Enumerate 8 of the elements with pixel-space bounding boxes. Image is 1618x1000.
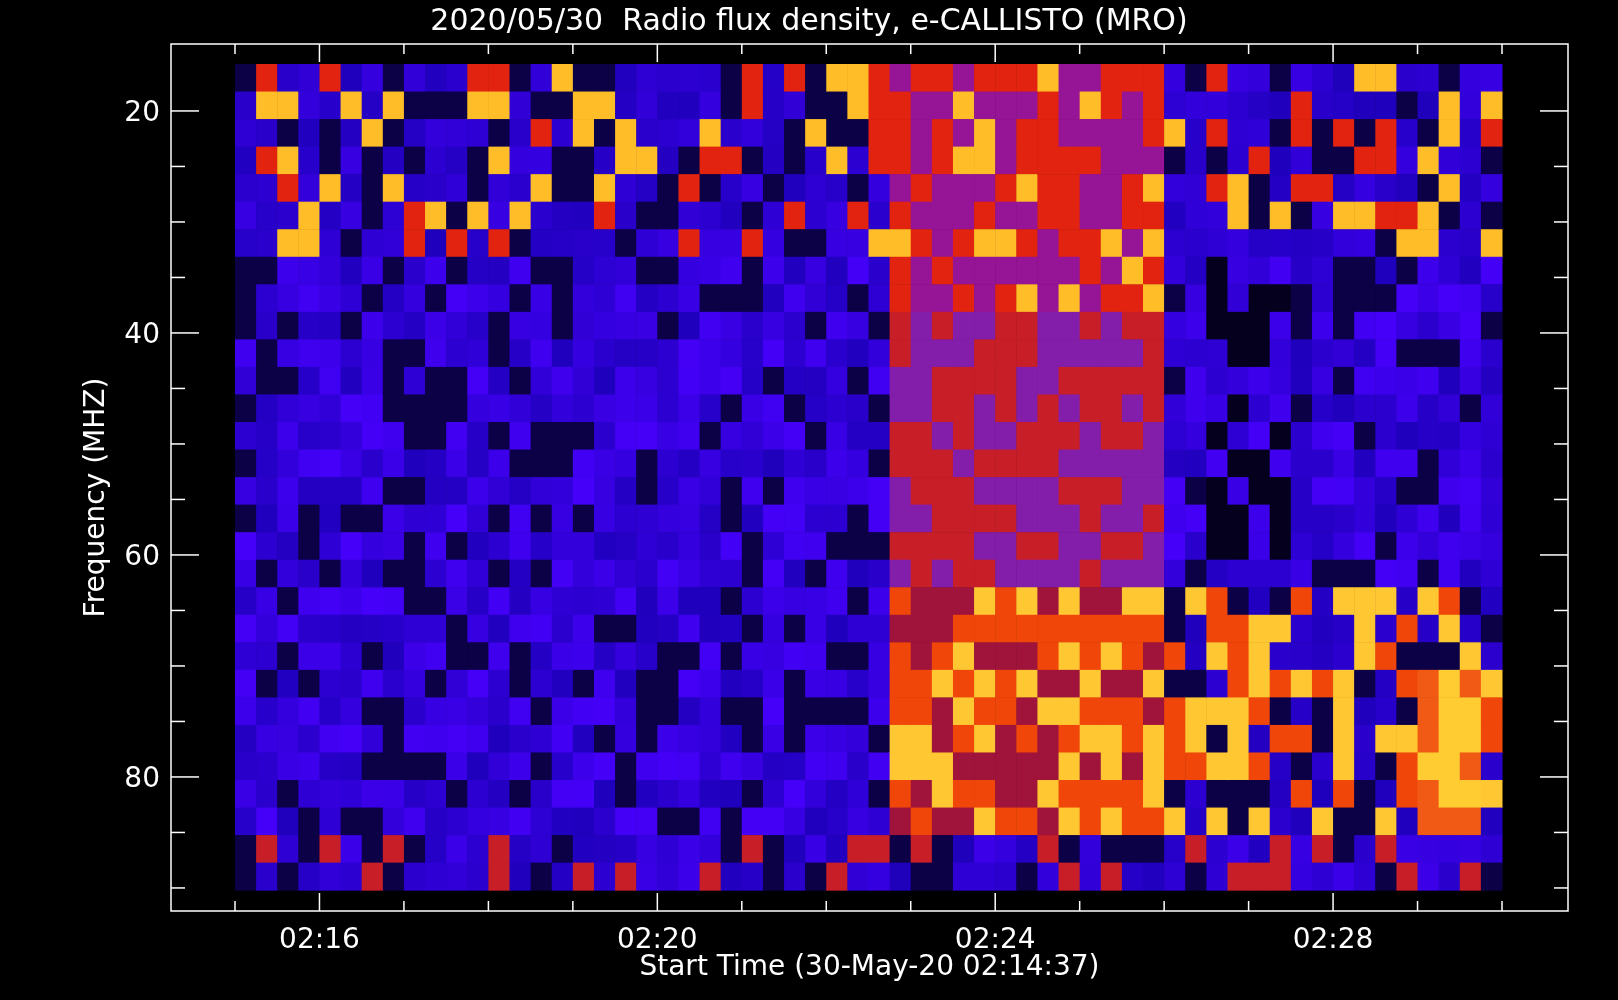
chart-title: 2020/05/30 Radio flux density, e-CALLISTO (MRO) [430,5,1188,35]
axis-title: Frequency (MHZ) [78,377,111,618]
axis-tick-label: 60 [124,538,160,572]
axis-tick-label: 80 [124,760,160,794]
axis-tick-label: 02:16 [279,922,360,955]
axis-tick-label: 20 [124,94,160,128]
axis-tick-label: 40 [124,316,160,350]
axis-tick-label: 02:28 [1292,922,1374,955]
